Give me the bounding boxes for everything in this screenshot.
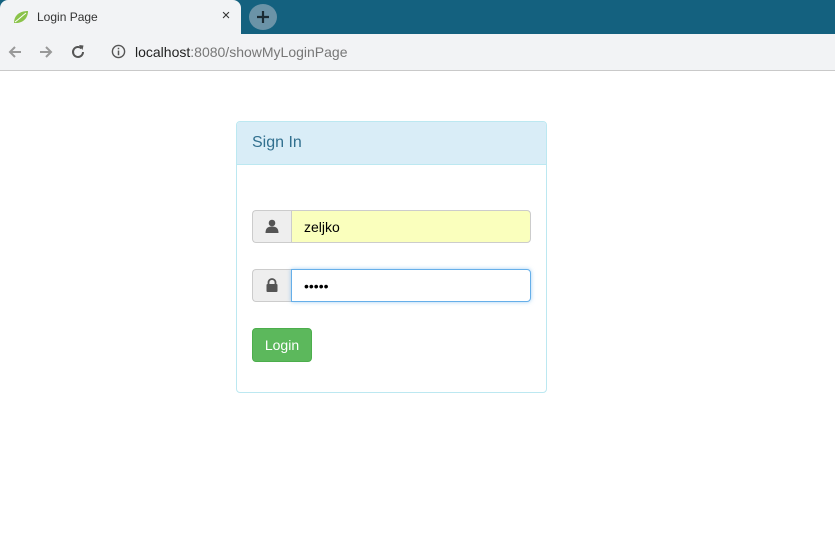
user-icon	[265, 219, 279, 233]
lock-icon	[266, 278, 278, 292]
new-tab-button[interactable]	[249, 4, 277, 30]
browser-tab[interactable]: Login Page ×	[0, 0, 241, 34]
browser-tab-strip: Login Page ×	[0, 0, 835, 34]
username-group	[252, 210, 531, 243]
password-field-box	[291, 269, 531, 302]
info-icon[interactable]	[111, 44, 126, 59]
tab-title: Login Page	[37, 10, 98, 24]
password-addon	[252, 269, 291, 302]
address-bar[interactable]: localhost:8080/showMyLoginPage	[135, 44, 348, 60]
browser-toolbar: localhost:8080/showMyLoginPage	[0, 34, 835, 71]
username-field-box	[291, 210, 531, 243]
password-group	[252, 269, 531, 302]
password-input[interactable]	[292, 270, 528, 301]
url-host: localhost	[135, 44, 191, 60]
username-addon	[252, 210, 291, 243]
username-input[interactable]	[292, 211, 528, 242]
spring-leaf-icon	[14, 11, 28, 23]
sign-in-panel: Sign In Login	[236, 121, 547, 393]
panel-heading: Sign In	[237, 122, 546, 165]
forward-arrow-icon[interactable]	[37, 43, 55, 61]
tab-close-icon[interactable]: ×	[217, 7, 235, 25]
reload-icon[interactable]	[69, 43, 87, 61]
back-arrow-icon[interactable]	[6, 43, 24, 61]
login-button[interactable]: Login	[252, 328, 312, 362]
plus-icon	[257, 11, 269, 23]
panel-title: Sign In	[252, 134, 302, 151]
url-path: :8080/showMyLoginPage	[190, 44, 348, 60]
